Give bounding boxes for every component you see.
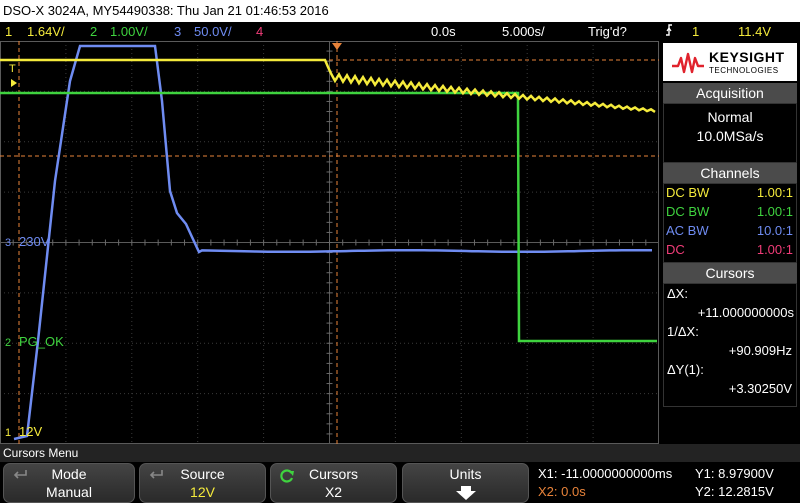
softkey-mode[interactable]: Mode Manual xyxy=(3,463,135,503)
delta-x-label: ΔX: xyxy=(667,286,688,301)
time-scale[interactable]: 5.000s/ xyxy=(502,22,545,41)
ch1-number[interactable]: 1 xyxy=(5,22,12,41)
softkey-units[interactable]: Units xyxy=(402,463,529,503)
ch1-coupling: DC BW xyxy=(666,185,710,200)
inverse-delta-x-value: +90.909Hz xyxy=(728,343,792,358)
acquisition-panel: Normal 10.0MSa/s xyxy=(663,103,797,163)
ch3-label: 230V xyxy=(19,234,50,249)
ch3-probe: 10.0:1 xyxy=(756,223,793,238)
brand-name: KEYSIGHT xyxy=(709,49,785,65)
status-bar: 1 1.64V/ 2 1.00V/ 3 50.0V/ 4 0.0s 5.000s… xyxy=(0,22,800,41)
ch2-label: PG_OK xyxy=(19,334,64,349)
ch1-scale[interactable]: 1.64V/ xyxy=(27,22,65,41)
cursor-x-readout: X1: -11.0000000000ms X2: 0.0s xyxy=(533,463,690,503)
softkey-source[interactable]: Source 12V xyxy=(139,463,266,503)
ch1-ground-marker: 1 xyxy=(5,427,11,439)
title-text: DSO-X 3024A, MY54490338: Thu Jan 21 01:4… xyxy=(3,3,329,18)
time-offset[interactable]: 0.0s xyxy=(431,22,456,41)
keysight-logo: KEYSIGHT TECHNOLOGIES xyxy=(663,43,797,81)
x2-readout: X2: 0.0s xyxy=(538,484,586,499)
softkey-source-value: 12V xyxy=(190,484,215,500)
softkey-cursors-label: Cursors xyxy=(308,466,358,482)
ch4-coupling: DC xyxy=(666,242,685,257)
softkey-cursors[interactable]: Cursors X2 xyxy=(270,463,397,503)
softkey-cursors-value: X2 xyxy=(324,484,343,500)
inverse-delta-x-label: 1/ΔX: xyxy=(667,324,699,339)
trigger-level-marker: T xyxy=(9,63,16,75)
y1-readout: Y1: 8.97900V xyxy=(695,466,774,481)
menu-title: Cursors Menu xyxy=(0,444,800,462)
x1-readout: X1: -11.0000000000ms xyxy=(538,466,673,481)
ch2-probe: 1.00:1 xyxy=(756,204,793,219)
softkey-mode-label: Mode xyxy=(51,466,87,482)
delta-y-value: +3.30250V xyxy=(728,381,792,396)
ch1-probe: 1.00:1 xyxy=(756,185,793,200)
trigger-status: Trig'd? xyxy=(588,24,627,39)
softkey-units-label: Units xyxy=(449,466,482,482)
delta-x-value: +11.000000000s xyxy=(697,305,794,320)
softkey-source-label: Source xyxy=(180,466,225,482)
y2-readout: Y2: 12.2815V xyxy=(695,484,774,499)
acquisition-heading[interactable]: Acquisition xyxy=(663,83,797,103)
ch1-trace-12v xyxy=(0,58,656,113)
acquisition-mode: Normal xyxy=(707,109,753,125)
ch3-coupling: AC BW xyxy=(666,223,709,238)
ch2-trace-pg-ok xyxy=(0,91,657,343)
trigger-slope-icon xyxy=(664,22,674,43)
waveform-display[interactable]: T 3 230V 2 PG_OK 1 12V xyxy=(0,40,660,445)
ch1-label: 12V xyxy=(19,424,42,439)
menu-title-text: Cursors Menu xyxy=(3,446,79,460)
ch3-scale[interactable]: 50.0V/ xyxy=(194,22,232,41)
title-bar: DSO-X 3024A, MY54490338: Thu Jan 21 01:4… xyxy=(0,0,800,22)
channels-panel: DC BW 1.00:1 DC BW 1.00:1 AC BW 10.0:1 D… xyxy=(663,183,797,263)
cursor-y-readout: Y1: 8.97900V Y2: 12.2815V xyxy=(692,463,800,503)
softkey-mode-value: Manual xyxy=(46,484,92,500)
ch1-trigger-arrow-icon xyxy=(11,79,17,87)
cursors-panel: ΔX: +11.000000000s 1/ΔX: +90.909Hz ΔY(1)… xyxy=(663,283,797,407)
ch2-coupling: DC BW xyxy=(666,204,710,219)
ch3-number[interactable]: 3 xyxy=(174,22,181,41)
brand-subtitle: TECHNOLOGIES xyxy=(709,66,779,75)
cursors-heading[interactable]: Cursors xyxy=(663,263,797,283)
delta-y-label: ΔY(1): xyxy=(667,362,704,377)
ch2-number[interactable]: 2 xyxy=(90,22,97,41)
channels-heading[interactable]: Channels xyxy=(663,163,797,183)
trigger-channel[interactable]: 1 xyxy=(692,22,699,41)
ch3-ground-marker: 3 xyxy=(5,237,11,249)
sample-rate: 10.0MSa/s xyxy=(696,128,764,144)
ch4-probe: 1.00:1 xyxy=(756,242,793,257)
ch2-ground-marker: 2 xyxy=(5,337,11,349)
side-panel: KEYSIGHT TECHNOLOGIES Acquisition Normal… xyxy=(660,41,800,444)
softkey-bar: Mode Manual Source 12V Cursors X2 Units … xyxy=(0,462,800,503)
down-arrow-icon xyxy=(456,486,476,500)
ch2-scale[interactable]: 1.00V/ xyxy=(110,22,148,41)
trigger-level[interactable]: 11.4V xyxy=(738,22,771,41)
trigger-position-marker xyxy=(332,43,342,50)
ch4-number[interactable]: 4 xyxy=(256,22,263,41)
keysight-wave-icon xyxy=(672,52,704,74)
